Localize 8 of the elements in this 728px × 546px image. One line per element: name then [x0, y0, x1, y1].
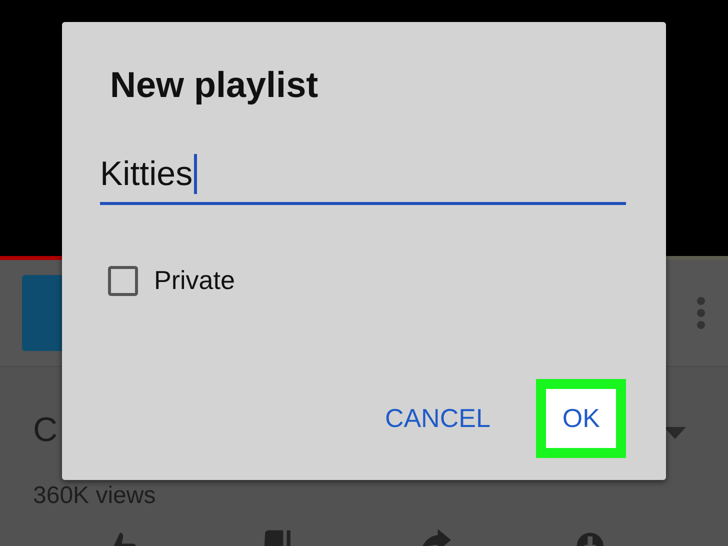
name-field[interactable]: Kitties — [100, 146, 626, 205]
dialog-title: New playlist — [110, 64, 320, 106]
caret-icon[interactable] — [664, 427, 686, 439]
more-icon[interactable] — [696, 296, 706, 330]
checkbox-label: Private — [154, 265, 235, 296]
dialog-button[interactable]: OK — [536, 379, 626, 458]
dialog-button[interactable]: CANCEL — [374, 389, 500, 448]
checkbox[interactable] — [108, 266, 138, 296]
